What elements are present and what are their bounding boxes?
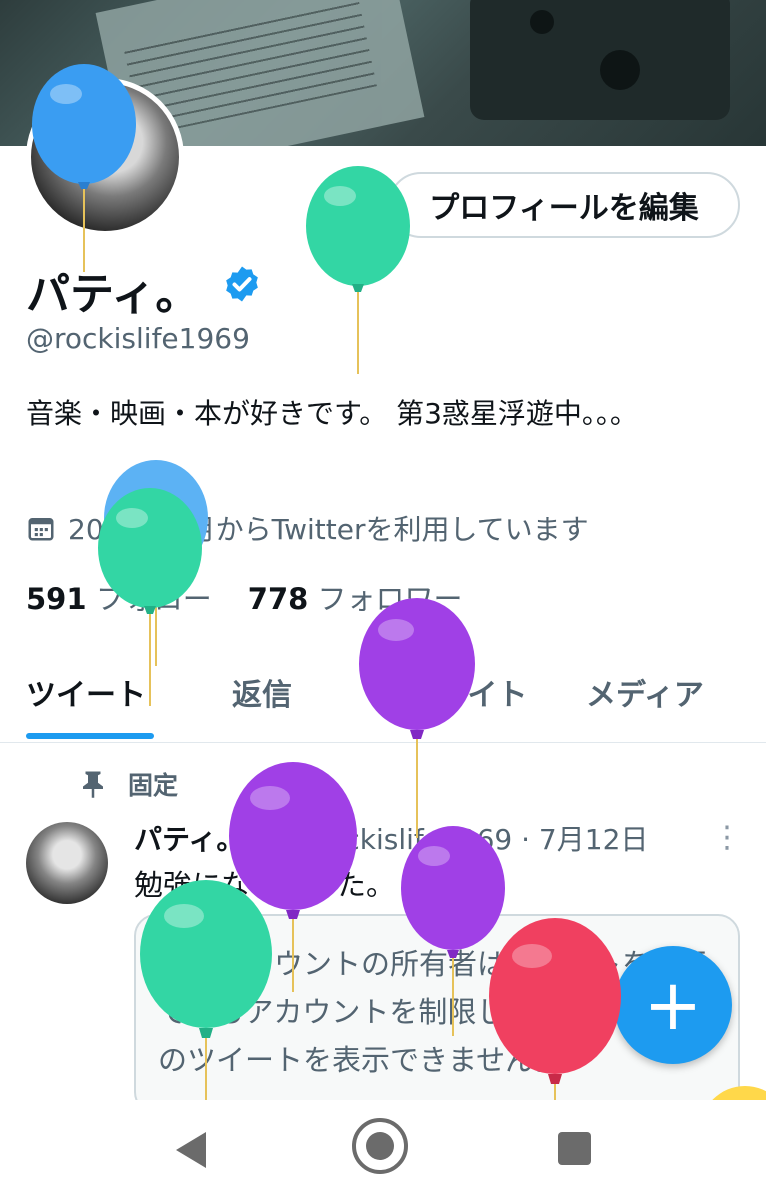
- followers-label: フォロワー: [317, 582, 463, 616]
- verified-badge-icon: [226, 266, 258, 302]
- tweet-header: パティ。 @rockislife1969 · 7月12日: [134, 818, 648, 858]
- tab-highlights[interactable]: ハイライト: [378, 670, 527, 714]
- tweet-avatar[interactable]: [26, 822, 108, 904]
- tweet-handle-time: @rockislife1969 · 7月12日: [288, 823, 649, 856]
- tab-replies[interactable]: 返信: [232, 670, 292, 714]
- followers-count: 778: [247, 582, 309, 616]
- tab-media[interactable]: メディア: [586, 670, 704, 714]
- active-tab-indicator: [26, 733, 154, 739]
- profile-name: パティ。: [26, 269, 200, 320]
- tab-tweets[interactable]: ツイート: [26, 670, 146, 714]
- joined-date: 20 年 月からTwitterを利用しています: [26, 508, 589, 548]
- home-icon[interactable]: [352, 1118, 408, 1174]
- profile-tabs: ツイート 返信 ハイライト メディア: [0, 660, 766, 743]
- following-link[interactable]: 591 フォロー: [26, 576, 212, 618]
- pin-icon: [83, 771, 103, 798]
- tweet-text: 勉強になりました。: [134, 868, 396, 902]
- knob-image-small: [530, 10, 554, 34]
- follow-stats: 591 フォロー 778 フォロワー: [26, 576, 463, 618]
- joined-text: 20 年 月からTwitterを利用しています: [68, 513, 589, 546]
- pinned-indicator: 固定: [80, 766, 178, 802]
- recent-apps-icon[interactable]: [558, 1132, 591, 1165]
- compose-tweet-button[interactable]: +: [614, 946, 732, 1064]
- pinned-label: 固定: [128, 771, 179, 800]
- profile-avatar[interactable]: [26, 78, 184, 236]
- following-label: フォロー: [95, 582, 212, 616]
- calendar-icon: [28, 518, 54, 541]
- knob-image: [600, 50, 640, 90]
- followers-link[interactable]: 778 フォロワー: [248, 576, 463, 618]
- profile-handle: @rockislife1969: [26, 322, 250, 355]
- edit-profile-button[interactable]: プロフィールを編集: [388, 172, 740, 238]
- more-vertical-icon[interactable]: ⋮: [712, 820, 742, 855]
- balloon-blue-2: [104, 460, 208, 666]
- profile-bio: 音楽・映画・本が好きです。 第3惑星浮遊中。。。: [26, 397, 638, 430]
- instrument-image: [470, 0, 730, 120]
- following-count: 591: [26, 582, 87, 616]
- back-icon[interactable]: [176, 1132, 206, 1168]
- compose-plus-icon: +: [643, 964, 703, 1046]
- verified-badge-icon: [255, 823, 278, 849]
- tweet-author-name[interactable]: パティ。: [134, 818, 244, 858]
